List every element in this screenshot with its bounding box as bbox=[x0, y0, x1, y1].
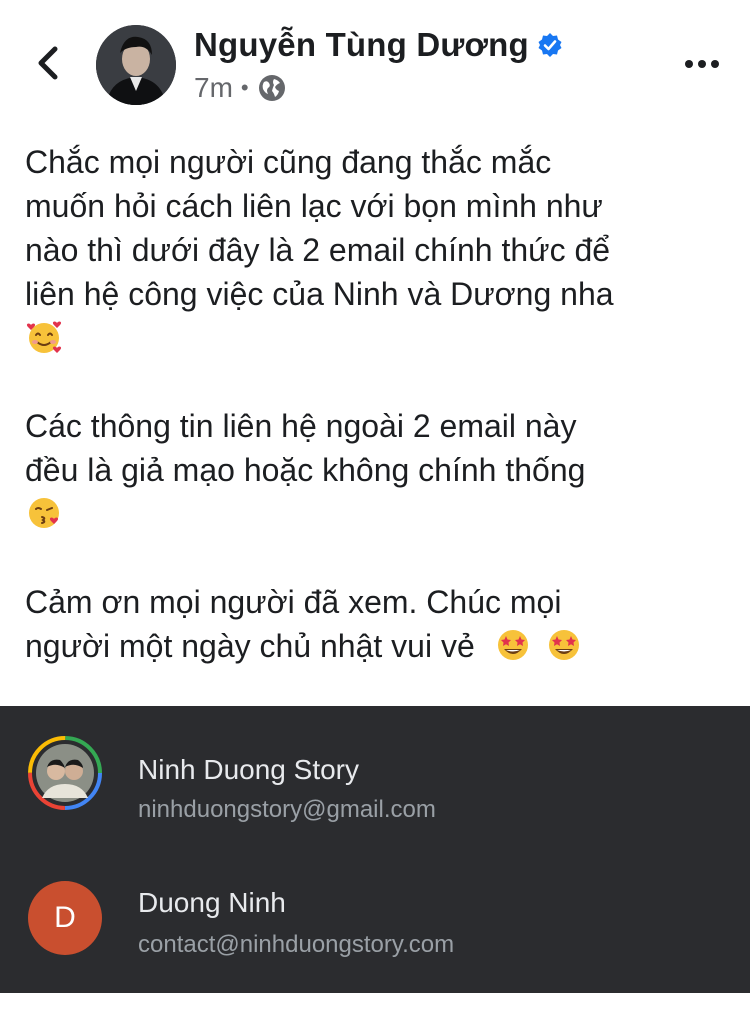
smiling-face-with-hearts-icon bbox=[25, 318, 63, 356]
star-struck-icon bbox=[494, 626, 532, 664]
author-name[interactable]: Nguyễn Tùng Dương bbox=[194, 26, 529, 64]
contact-item-duong-ninh[interactable]: D Duong Ninh contact@ninhduongstory.com bbox=[0, 841, 750, 971]
contact-avatar-letter: D bbox=[28, 881, 102, 955]
contact-email[interactable]: contact@ninhduongstory.com bbox=[138, 931, 454, 959]
contact-name: Ninh Duong Story bbox=[138, 754, 360, 785]
meta-separator: • bbox=[240, 75, 249, 100]
post-line: muốn hỏi cách liên lạc với bọn mình như bbox=[25, 188, 603, 224]
author-avatar[interactable] bbox=[96, 25, 176, 105]
post-line bbox=[25, 492, 725, 536]
face-blowing-a-kiss-icon bbox=[25, 494, 63, 532]
post-paragraph-2: Các thông tin liên hệ ngoài 2 email này … bbox=[25, 404, 725, 536]
contact-card-list: Ninh Duong Story ninhduongstory@gmail.co… bbox=[0, 706, 750, 993]
post-timestamp[interactable]: 7m bbox=[194, 72, 233, 104]
post-text: Chắc mọi người cũng đang thắc mắc muốn h… bbox=[25, 140, 725, 712]
contact-avatar bbox=[28, 736, 102, 810]
more-horizontal-icon bbox=[684, 56, 720, 74]
post-line: liên hệ công việc của Ninh và Dương nha bbox=[25, 276, 614, 312]
verified-badge-icon bbox=[537, 32, 563, 58]
post-line-text: người một ngày chủ nhật vui vẻ bbox=[25, 628, 475, 664]
contact-email[interactable]: ninhduongstory@gmail.com bbox=[138, 796, 436, 824]
contact-item-ninh-duong-story[interactable]: Ninh Duong Story ninhduongstory@gmail.co… bbox=[0, 706, 750, 836]
post-line: Chắc mọi người cũng đang thắc mắc bbox=[25, 144, 552, 180]
post-header: Nguyễn Tùng Dương 7m • bbox=[0, 0, 750, 120]
post-meta: 7m • bbox=[194, 68, 287, 108]
post-line: Các thông tin liên hệ ngoài 2 email này bbox=[25, 408, 577, 444]
post-line: nào thì dưới đây là 2 email chính thức đ… bbox=[25, 232, 611, 268]
chevron-left-icon bbox=[36, 45, 60, 86]
post-line: Cảm ơn mọi người đã xem. Chúc mọi bbox=[25, 584, 562, 620]
back-button[interactable] bbox=[28, 40, 68, 90]
globe-icon[interactable] bbox=[257, 73, 287, 103]
post-line bbox=[25, 316, 725, 360]
contact-name: Duong Ninh bbox=[138, 887, 286, 918]
post-line: đều là giả mạo hoặc không chính thống bbox=[25, 452, 586, 488]
more-options-button[interactable] bbox=[682, 50, 722, 80]
author-name-row: Nguyễn Tùng Dương bbox=[194, 22, 563, 68]
star-struck-icon bbox=[545, 626, 583, 664]
post-paragraph-1: Chắc mọi người cũng đang thắc mắc muốn h… bbox=[25, 140, 725, 360]
post-paragraph-3: Cảm ơn mọi người đã xem. Chúc mọi người … bbox=[25, 580, 725, 668]
post-line: người một ngày chủ nhật vui vẻ bbox=[25, 624, 725, 668]
